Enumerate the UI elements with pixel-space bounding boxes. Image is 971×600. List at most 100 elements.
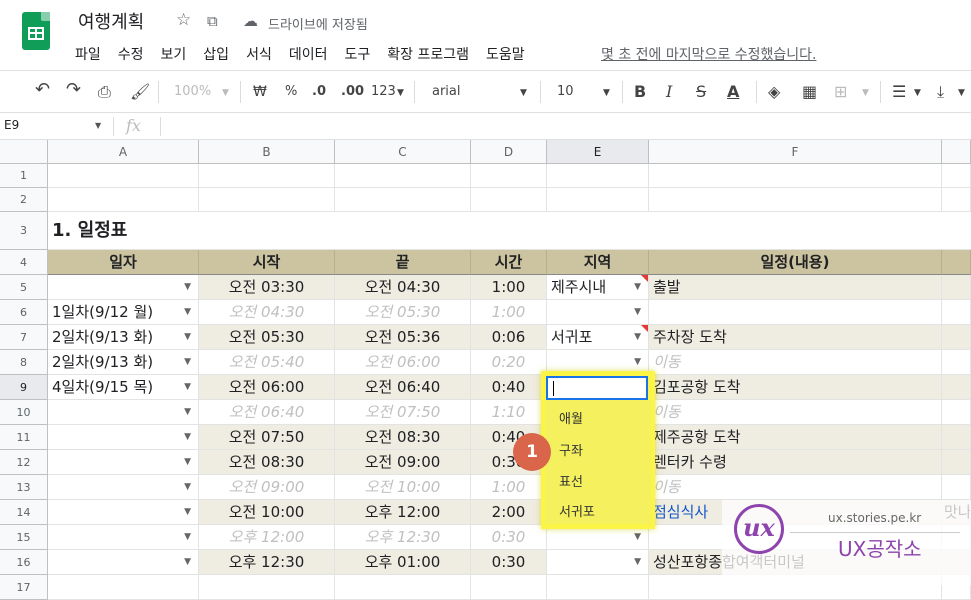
cell-c-row14[interactable]: 오후 12:00 bbox=[335, 500, 471, 525]
cell-b-row8[interactable]: 오전 05:40 bbox=[199, 350, 335, 375]
cell-c-row6[interactable]: 오전 05:30 bbox=[335, 300, 471, 325]
cell-g-row9[interactable] bbox=[942, 375, 971, 400]
row-header[interactable]: 1 bbox=[0, 164, 48, 188]
cell-b-row9[interactable]: 오전 06:00 bbox=[199, 375, 335, 400]
zoom-select[interactable]: 100% bbox=[174, 84, 211, 99]
name-box[interactable]: E9 bbox=[4, 118, 19, 132]
cell-d-row13[interactable]: 1:00 bbox=[471, 475, 547, 500]
grid-cell[interactable] bbox=[48, 188, 199, 212]
cell-g-row5[interactable] bbox=[942, 275, 971, 300]
cell-f-row12[interactable]: 렌터카 수령 bbox=[649, 450, 942, 475]
cell-g-row12[interactable] bbox=[942, 450, 971, 475]
strikethrough-button[interactable]: S bbox=[696, 82, 706, 101]
cell-g-row8[interactable] bbox=[942, 350, 971, 375]
active-cell-editor[interactable] bbox=[546, 376, 648, 400]
menu-insert[interactable]: 삽입 bbox=[203, 44, 229, 64]
cell-b-row7[interactable]: 오전 05:30 bbox=[199, 325, 335, 350]
italic-button[interactable]: I bbox=[666, 82, 672, 101]
dropdown-arrow-icon[interactable]: ▼ bbox=[634, 300, 641, 324]
row-header[interactable]: 6 bbox=[0, 300, 48, 325]
dropdown-option[interactable]: 구좌 bbox=[559, 440, 583, 459]
grid-cell[interactable] bbox=[335, 164, 471, 188]
cell-e-row16[interactable]: ▼ bbox=[547, 550, 649, 575]
cell-d-row9[interactable]: 0:40 bbox=[471, 375, 547, 400]
dropdown-arrow-icon[interactable]: ▼ bbox=[184, 475, 191, 499]
cell-c-row15[interactable]: 오후 12:30 bbox=[335, 525, 471, 550]
menu-help[interactable]: 도움말 bbox=[486, 44, 525, 64]
cell-c-row13[interactable]: 오전 10:00 bbox=[335, 475, 471, 500]
cell-b-row15[interactable]: 오후 12:00 bbox=[199, 525, 335, 550]
row-header[interactable]: 2 bbox=[0, 188, 48, 212]
dropdown-arrow-icon[interactable]: ▼ bbox=[184, 325, 191, 349]
cell-f-row5[interactable]: 출발 bbox=[649, 275, 942, 300]
star-icon[interactable]: ☆ bbox=[176, 10, 191, 30]
cell-a-row6[interactable]: 1일차(9/12 월) ▼ bbox=[48, 300, 199, 325]
dropdown-option[interactable]: 애월 bbox=[559, 408, 583, 427]
row-header[interactable]: 12 bbox=[0, 450, 48, 475]
cell-c-row8[interactable]: 오전 06:00 bbox=[335, 350, 471, 375]
dropdown-arrow-icon[interactable]: ▼ bbox=[184, 275, 191, 299]
cell-b-row14[interactable]: 오전 10:00 bbox=[199, 500, 335, 525]
grid-cell[interactable] bbox=[471, 575, 547, 600]
grid-cell[interactable] bbox=[942, 164, 971, 188]
cell-d-row5[interactable]: 1:00 bbox=[471, 275, 547, 300]
cell-a-row8[interactable]: 2일차(9/13 화) ▼ bbox=[48, 350, 199, 375]
row-header[interactable]: 16 bbox=[0, 550, 48, 575]
cell-f-row8[interactable]: 이동 bbox=[649, 350, 942, 375]
cell-f-row11[interactable]: 제주공항 도착 bbox=[649, 425, 942, 450]
cell-f-row13[interactable]: 이동 bbox=[649, 475, 942, 500]
cell-g-row10[interactable] bbox=[942, 400, 971, 425]
dropdown-arrow-icon[interactable]: ▼ bbox=[634, 275, 641, 299]
cell-b-row16[interactable]: 오후 12:30 bbox=[199, 550, 335, 575]
dropdown-arrow-icon[interactable]: ▼ bbox=[184, 450, 191, 474]
row-header[interactable]: 15 bbox=[0, 525, 48, 550]
menu-data[interactable]: 데이터 bbox=[289, 44, 328, 64]
dropdown-arrow-icon[interactable]: ▼ bbox=[184, 525, 191, 549]
cell-d-row7[interactable]: 0:06 bbox=[471, 325, 547, 350]
dropdown-arrow-icon[interactable]: ▼ bbox=[184, 350, 191, 374]
row-header[interactable]: 11 bbox=[0, 425, 48, 450]
cell-b-row10[interactable]: 오전 06:40 bbox=[199, 400, 335, 425]
cell-f-row6[interactable] bbox=[649, 300, 942, 325]
cell-d-row16[interactable]: 0:30 bbox=[471, 550, 547, 575]
cell-e-row5[interactable]: 제주시내 ▼ bbox=[547, 275, 649, 300]
cell-d-row10[interactable]: 1:10 bbox=[471, 400, 547, 425]
cell-b-row12[interactable]: 오전 08:30 bbox=[199, 450, 335, 475]
cell-c-row5[interactable]: 오전 04:30 bbox=[335, 275, 471, 300]
cell-a-row12[interactable]: ▼ bbox=[48, 450, 199, 475]
borders-icon[interactable]: ▦ bbox=[802, 82, 817, 101]
column-header-g[interactable] bbox=[942, 140, 971, 164]
cell-a-row15[interactable]: ▼ bbox=[48, 525, 199, 550]
cell-a-row9[interactable]: 4일차(9/15 목) ▼ bbox=[48, 375, 199, 400]
fill-color-icon[interactable]: ◈ bbox=[768, 82, 780, 101]
cell-a-row14[interactable]: ▼ bbox=[48, 500, 199, 525]
increase-decimal-button[interactable]: .00 bbox=[341, 84, 364, 99]
cell-d-row14[interactable]: 2:00 bbox=[471, 500, 547, 525]
grid-cell[interactable] bbox=[649, 164, 942, 188]
grid-cell[interactable] bbox=[48, 164, 199, 188]
currency-button[interactable]: ₩ bbox=[253, 84, 267, 100]
cell-d-row8[interactable]: 0:20 bbox=[471, 350, 547, 375]
cell-b-row13[interactable]: 오전 09:00 bbox=[199, 475, 335, 500]
row-header[interactable]: 7 bbox=[0, 325, 48, 350]
cell-f-row10[interactable]: 이동 bbox=[649, 400, 942, 425]
row-header[interactable]: 5 bbox=[0, 275, 48, 300]
cell-e-row6[interactable]: ▼ bbox=[547, 300, 649, 325]
more-formats-button[interactable]: 123 bbox=[371, 84, 396, 99]
cell-e-row7[interactable]: 서귀포 ▼ bbox=[547, 325, 649, 350]
menu-tools[interactable]: 도구 bbox=[344, 44, 370, 64]
grid-cell[interactable] bbox=[649, 188, 942, 212]
dropdown-arrow-icon[interactable]: ▼ bbox=[184, 300, 191, 324]
grid-cell[interactable] bbox=[547, 575, 649, 600]
column-header-b[interactable]: B bbox=[199, 140, 335, 164]
cell-f-row7[interactable]: 주차장 도착 bbox=[649, 325, 942, 350]
grid-cell[interactable] bbox=[547, 164, 649, 188]
grid-cell[interactable] bbox=[335, 575, 471, 600]
row-header[interactable]: 13 bbox=[0, 475, 48, 500]
column-header-f[interactable]: F bbox=[649, 140, 942, 164]
cell-a-row11[interactable]: ▼ bbox=[48, 425, 199, 450]
row-header[interactable]: 9 bbox=[0, 375, 48, 400]
grid-cell[interactable] bbox=[471, 164, 547, 188]
font-size-select[interactable]: 10 bbox=[557, 84, 574, 99]
menu-view[interactable]: 보기 bbox=[161, 44, 187, 64]
